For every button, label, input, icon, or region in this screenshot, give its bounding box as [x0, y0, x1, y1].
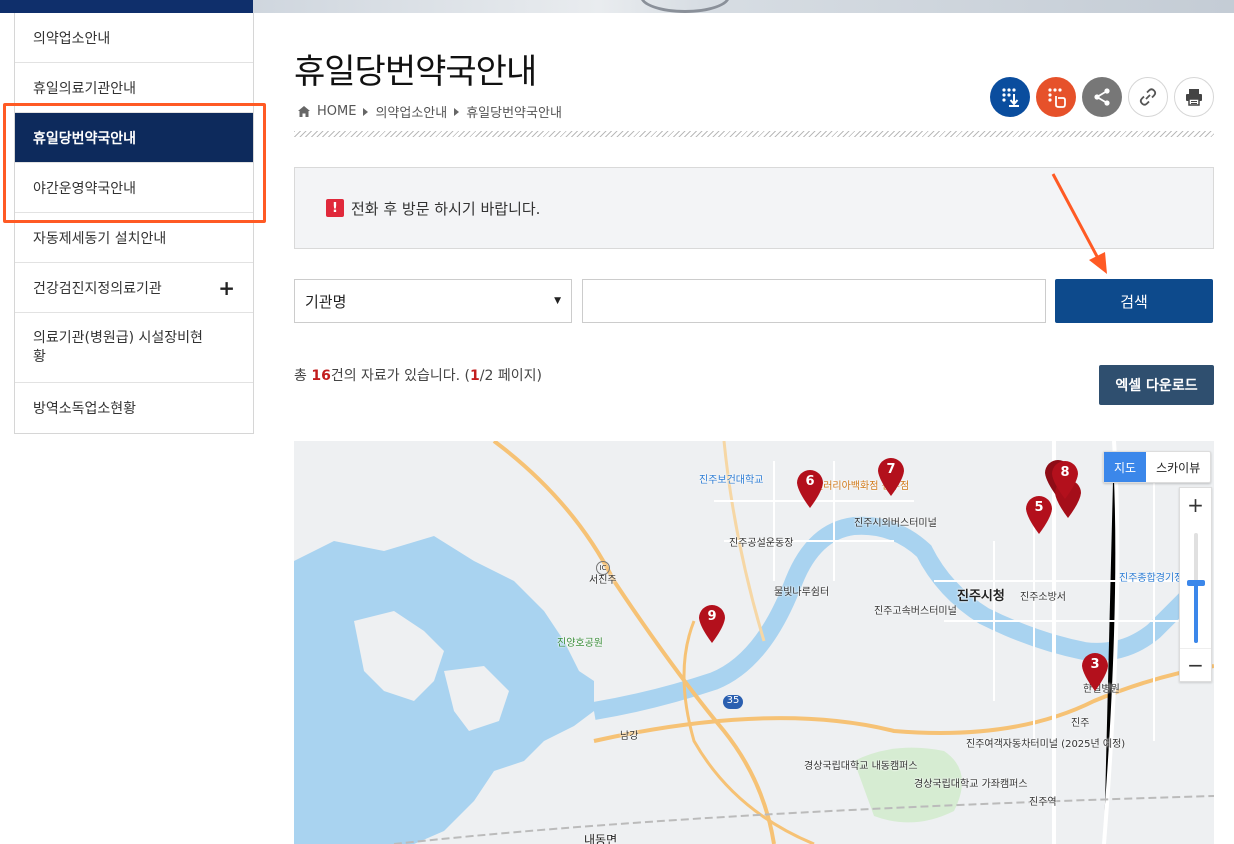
sidebar-item-aed[interactable]: 자동제세동기 설치안내: [15, 213, 253, 263]
result-count: 총 16건의 자료가 있습니다. (1/2 페이지): [294, 368, 542, 384]
warning-icon: !: [326, 199, 344, 217]
sidebar-item-holiday-pharmacy[interactable]: 휴일당번약국안내: [15, 113, 253, 163]
map-label: 진주종합경기장: [1119, 573, 1184, 584]
sidebar-item-hospital-equipment[interactable]: 의료기관(병원급) 시설장비현황: [15, 313, 253, 383]
map-type-skyview-button[interactable]: 스카이뷰: [1146, 452, 1210, 482]
sidebar-nav: 의약업소안내 휴일의료기관안내 휴일당번약국안내 야간운영약국안내 자동제세동기…: [14, 13, 254, 434]
breadcrumb-current: 휴일당번약국안내: [466, 106, 562, 121]
breadcrumb: HOME 의약업소안내 휴일당번약국안내: [297, 102, 562, 121]
map-label: 서진주: [589, 575, 617, 586]
map-label: 진주고속버스터미널: [874, 606, 957, 617]
map-view[interactable]: 진주보건대학교 갤러리아백화점 진주점 진주시외버스터미널 진주공설운동장 물빛…: [294, 441, 1214, 844]
sidebar-item-pharmacy-info[interactable]: 의약업소안내: [15, 13, 253, 63]
map-label: 물빛나루쉼터: [774, 587, 830, 598]
sidebar-item-night-pharmacy[interactable]: 야간운영약국안내: [15, 163, 253, 213]
search-button[interactable]: 검색: [1055, 279, 1213, 323]
zoom-slider-handle[interactable]: [1187, 580, 1205, 586]
braille-download-icon[interactable]: [990, 77, 1030, 117]
page-tools: [990, 77, 1214, 117]
link-icon[interactable]: [1128, 77, 1168, 117]
print-icon[interactable]: [1174, 77, 1214, 117]
breadcrumb-separator-icon: [454, 107, 460, 116]
map-label: 진주역: [1029, 797, 1057, 808]
pharmacy-marker[interactable]: 5: [1023, 493, 1055, 535]
home-icon[interactable]: [297, 105, 311, 118]
map-type-map-button[interactable]: 지도: [1104, 452, 1147, 482]
banner-stethoscope-image: [640, 0, 730, 13]
map-label: 진주소방서: [1020, 592, 1066, 603]
highway-shield-icon: 35: [723, 695, 743, 709]
map-label: 진주시외버스터미널: [854, 518, 937, 529]
map-label: 진주여객자동차터미널 (2025년 예정): [966, 739, 1126, 750]
map-label: 남강: [620, 731, 639, 742]
breadcrumb-home[interactable]: HOME: [317, 104, 356, 119]
map-label: 경상국립대학교 가좌캠퍼스: [914, 779, 1028, 790]
braille-touch-icon[interactable]: [1036, 77, 1076, 117]
map-label: 진주보건대학교: [699, 475, 764, 486]
notice-box: ! 전화 후 방문 하시기 바랍니다.: [294, 167, 1214, 249]
search-field-select[interactable]: 기관명 ▼: [294, 279, 572, 323]
sidebar-item-disinfection[interactable]: 방역소독업소현황: [15, 383, 253, 433]
page-title: 휴일당번약국안내: [294, 52, 537, 92]
zoom-slider-fill: [1194, 583, 1198, 643]
map-label: 경상국립대학교 내동캠퍼스: [804, 761, 918, 772]
map-type-toggle: 지도 스카이뷰: [1103, 451, 1212, 483]
excel-download-button[interactable]: 엑셀 다운로드: [1099, 365, 1214, 405]
map-label: 내동면: [584, 833, 618, 844]
notice-text: 전화 후 방문 하시기 바랍니다.: [351, 199, 541, 218]
breadcrumb-separator-icon: [363, 107, 369, 116]
zoom-out-button[interactable]: −: [1180, 648, 1211, 681]
dropdown-caret-icon: ▼: [554, 296, 561, 306]
sidebar-item-health-checkup[interactable]: 건강검진지정의료기관 +: [15, 263, 253, 313]
pharmacy-marker[interactable]: 3: [1079, 650, 1111, 692]
search-input[interactable]: [582, 279, 1046, 323]
title-divider: [294, 131, 1214, 137]
ic-marker-icon: IC: [596, 561, 610, 575]
map-label: 진주공설운동장: [729, 538, 794, 549]
expand-plus-icon[interactable]: +: [218, 276, 235, 300]
map-label: 진주시청: [957, 589, 1005, 604]
zoom-control: + −: [1179, 487, 1212, 682]
map-label: 진양호공원: [557, 638, 603, 649]
pharmacy-marker[interactable]: 6: [794, 467, 826, 509]
pharmacy-marker[interactable]: 7: [875, 455, 907, 497]
pharmacy-marker[interactable]: 9: [696, 602, 728, 644]
select-value: 기관명: [305, 292, 347, 311]
breadcrumb-pharmacy-info[interactable]: 의약업소안내: [375, 102, 447, 121]
top-banner: [0, 0, 1234, 13]
share-icon[interactable]: [1082, 77, 1122, 117]
zoom-in-button[interactable]: +: [1180, 488, 1211, 521]
map-label: 진주: [1071, 718, 1090, 729]
sidebar-item-holiday-medical[interactable]: 휴일의료기관안내: [15, 63, 253, 113]
